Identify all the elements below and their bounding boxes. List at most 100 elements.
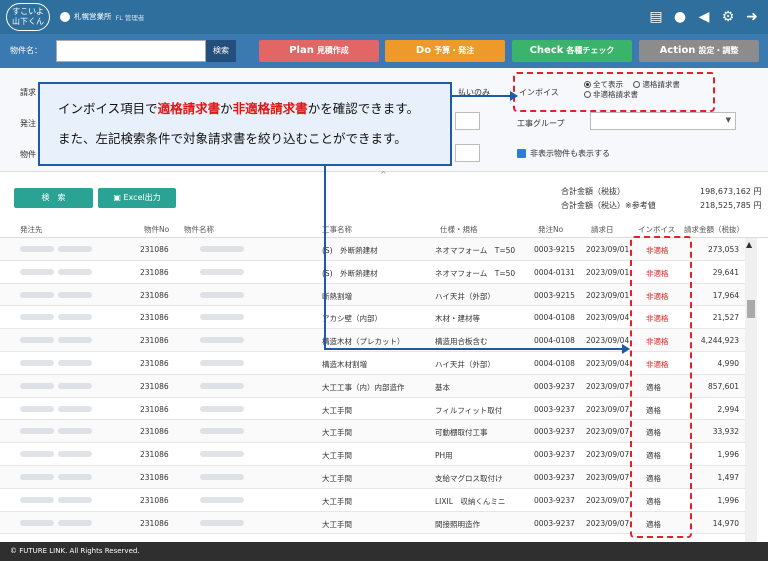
scroll-up-icon[interactable]: ▲: [746, 240, 752, 249]
cell-spec: 可動棚取付工事: [435, 428, 488, 438]
cell-spec: PH用: [435, 451, 453, 461]
nav-action-big: Action: [659, 45, 696, 56]
cell-order-no: 0004-0108: [534, 336, 575, 346]
total-in-tax-label: 合計金額（税込）※参考値: [561, 201, 656, 210]
construction-group-select[interactable]: ▼: [590, 112, 736, 130]
cell-invoice-date: 2023/09/01: [586, 290, 630, 300]
scroll-thumb[interactable]: [747, 300, 755, 318]
callout-text-c: か: [220, 101, 233, 116]
search-button[interactable]: 検 索: [14, 188, 93, 208]
cell-property-no: 231086: [140, 473, 169, 482]
arrow-head-column: [622, 344, 630, 354]
cell-work-name: 構造木材（プレカット）: [322, 337, 405, 347]
cell-amount: 21,527: [712, 313, 739, 323]
cell-amount: 1,996: [717, 495, 739, 505]
col-invoice-date[interactable]: 請求日: [591, 224, 614, 235]
cell-order-no: 0003-9237: [534, 473, 575, 482]
cell-property-no: 231086: [140, 518, 169, 528]
document-icon[interactable]: ▤: [648, 9, 664, 25]
excel-export-button[interactable]: ▣ Excel出力: [98, 188, 176, 208]
col-order-no[interactable]: 発注No: [538, 224, 563, 235]
cell-property-no: 231086: [140, 381, 169, 391]
cell-property-no: 231086: [140, 245, 169, 254]
user-icon: [60, 11, 70, 22]
nav-action-label: 設定・調整: [698, 46, 739, 55]
supplier-redacted: [58, 246, 92, 252]
cell-property-no: 231086: [140, 495, 169, 505]
property-name-redacted: [200, 451, 244, 458]
show-hidden-label: 非表示物件も表示する: [530, 149, 610, 158]
cell-invoice-date: 2023/09/04: [586, 359, 630, 368]
user-role: FL 管理者: [115, 13, 145, 22]
cell-spec: ネオマフォーム T=50: [435, 268, 516, 278]
app-logo[interactable]: すこいよ 山下くん: [6, 3, 50, 31]
property-search-label: 物件名：: [10, 46, 42, 55]
supplier-redacted: [20, 405, 54, 412]
logo-line1: すこいよ: [12, 7, 44, 16]
nav-plan-button[interactable]: Plan 見積作成: [259, 40, 379, 62]
total-ex-tax-label: 合計金額（税抜）: [561, 187, 625, 196]
cell-invoice-date: 2023/09/01: [586, 245, 630, 254]
megaphone-icon[interactable]: ◀: [696, 9, 712, 25]
col-supplier[interactable]: 発注先: [20, 224, 43, 235]
supplier-redacted: [58, 405, 92, 412]
cell-amount: 33,932: [712, 427, 739, 437]
supplier-redacted: [58, 382, 92, 389]
property-name-redacted: [200, 428, 244, 435]
col-amount[interactable]: 請求金額（税抜）: [684, 224, 744, 235]
cell-work-name: 大工手間: [322, 474, 352, 483]
col-invoice[interactable]: インボイス: [638, 224, 675, 235]
collapse-icon[interactable]: ^: [380, 170, 387, 179]
cell-amount: 17,964: [712, 290, 739, 300]
cell-spec: 木材・建材等: [435, 314, 480, 324]
nav-check-button[interactable]: Check 各種チェック: [512, 40, 632, 62]
office-name: 札幌営業所: [74, 12, 112, 21]
cell-amount: 857,601: [707, 381, 739, 391]
property-name-redacted: [200, 246, 244, 252]
cell-amount: 14,970: [712, 518, 739, 528]
col-work-name[interactable]: 工事名称: [322, 224, 352, 235]
nav-check-big: Check: [529, 45, 564, 56]
cell-spec: 構造用合板含む: [435, 337, 488, 347]
cell-work-name: (S) 外断熱建材: [322, 246, 378, 255]
nav-do-label: 予算・発注: [434, 46, 475, 55]
property-search-input[interactable]: [56, 40, 206, 62]
cell-order-no: 0003-9237: [534, 450, 575, 460]
nav-action-button[interactable]: Action 設定・調整: [639, 40, 759, 62]
supplier-redacted: [58, 519, 92, 526]
property-name-redacted: [200, 519, 244, 526]
invoice-filter-highlight: [513, 72, 715, 112]
cell-work-name: 断熱割増: [322, 291, 352, 301]
filter-property-input[interactable]: [455, 144, 480, 162]
chat-icon[interactable]: ●: [672, 9, 688, 25]
nav-do-big: Do: [415, 45, 432, 56]
supplier-redacted: [20, 474, 54, 480]
property-name-redacted: [200, 474, 244, 480]
supplier-redacted: [58, 428, 92, 435]
footer-copyright: © FUTURE LINK. All Rights Reserved.: [0, 542, 768, 561]
show-hidden-checkbox[interactable]: 非表示物件も表示する: [517, 148, 610, 159]
property-name-redacted: [200, 405, 244, 412]
col-property-name[interactable]: 物件名称: [184, 224, 214, 235]
nav-do-button[interactable]: Do 予算・発注: [385, 40, 505, 62]
cell-property-no: 231086: [140, 359, 169, 368]
filter-order-label: 発注: [20, 119, 36, 128]
cell-order-no: 0004-0108: [534, 313, 575, 323]
filter-property-label: 物件: [20, 150, 36, 159]
gear-icon[interactable]: ⚙: [720, 9, 736, 25]
col-property-no[interactable]: 物件No: [144, 224, 169, 235]
arrow-to-filter: [452, 95, 514, 97]
cell-invoice-date: 2023/09/07: [586, 381, 630, 391]
cell-spec: フィルフィット取付: [435, 405, 503, 415]
filter-order-input[interactable]: [455, 112, 480, 130]
cell-property-no: 231086: [140, 450, 169, 460]
col-spec[interactable]: 仕様・規格: [440, 224, 478, 235]
cell-amount: 4,990: [717, 359, 739, 368]
logo-line2: 山下くん: [12, 17, 44, 26]
table-scrollbar[interactable]: [745, 238, 757, 542]
arrow-vertical: [324, 166, 326, 350]
property-search-button[interactable]: 検索: [206, 40, 236, 62]
callout-text-e: かを確認できます。: [307, 101, 419, 116]
logout-icon[interactable]: ➜: [744, 9, 760, 25]
cell-work-name: 大工手間: [322, 519, 352, 529]
